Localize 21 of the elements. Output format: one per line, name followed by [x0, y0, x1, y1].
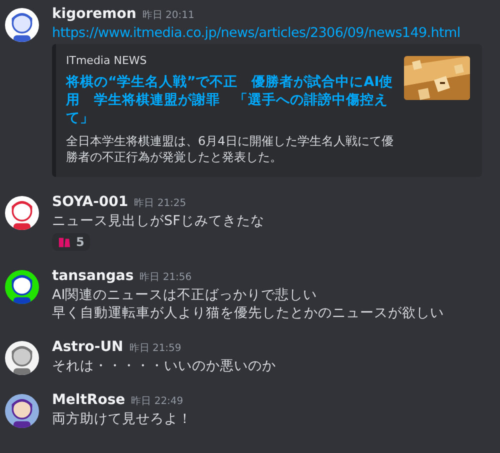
username[interactable]: tansangas	[52, 268, 134, 284]
username[interactable]: SOYA-001	[52, 194, 128, 210]
timestamp: 昨日 22:49	[131, 395, 184, 408]
embed-provider: ITmedia NEWS	[66, 54, 148, 67]
embed-title[interactable]: 将棋の“学生名人戦”で不正 優勝者が試合中にAI使用 学生将棋連盟が謝罪 「選手への誹謗中傷控えて」	[66, 73, 394, 127]
timestamp: 昨日 21:59	[129, 342, 182, 355]
timestamp: 昨日 20:11	[142, 9, 194, 22]
reaction-button[interactable]: 5	[52, 233, 90, 251]
timestamp: 昨日 21:56	[140, 271, 192, 284]
message-text: それは・・・・・いいのか悪いのか	[52, 357, 277, 375]
username[interactable]: Astro-UN	[52, 339, 124, 355]
timestamp: 昨日 21:25	[134, 197, 186, 210]
username[interactable]: MeltRose	[52, 392, 126, 408]
message-text: AI関連のニュースは不正ばっかりで悲しい	[52, 286, 318, 304]
message-text: ニュース見出しがSFじみてきたな	[52, 212, 266, 230]
username[interactable]: kigoremon	[52, 6, 136, 22]
message-link[interactable]: https://www.itmedia.co.jp/news/articles/2306/09/news149.html	[52, 24, 490, 42]
message-text: 両方助けて見せろよ！	[52, 410, 193, 428]
embed-description: 全日本学生将棋連盟は、6月4日に開催した学生名人戦にて優勝者の不正行為が発覚したと発表した。	[66, 133, 394, 165]
message-text: 早く自動運転車が人より猫を優先したとかのニュースが欲しい	[52, 304, 445, 322]
emoji-icon	[58, 236, 71, 248]
